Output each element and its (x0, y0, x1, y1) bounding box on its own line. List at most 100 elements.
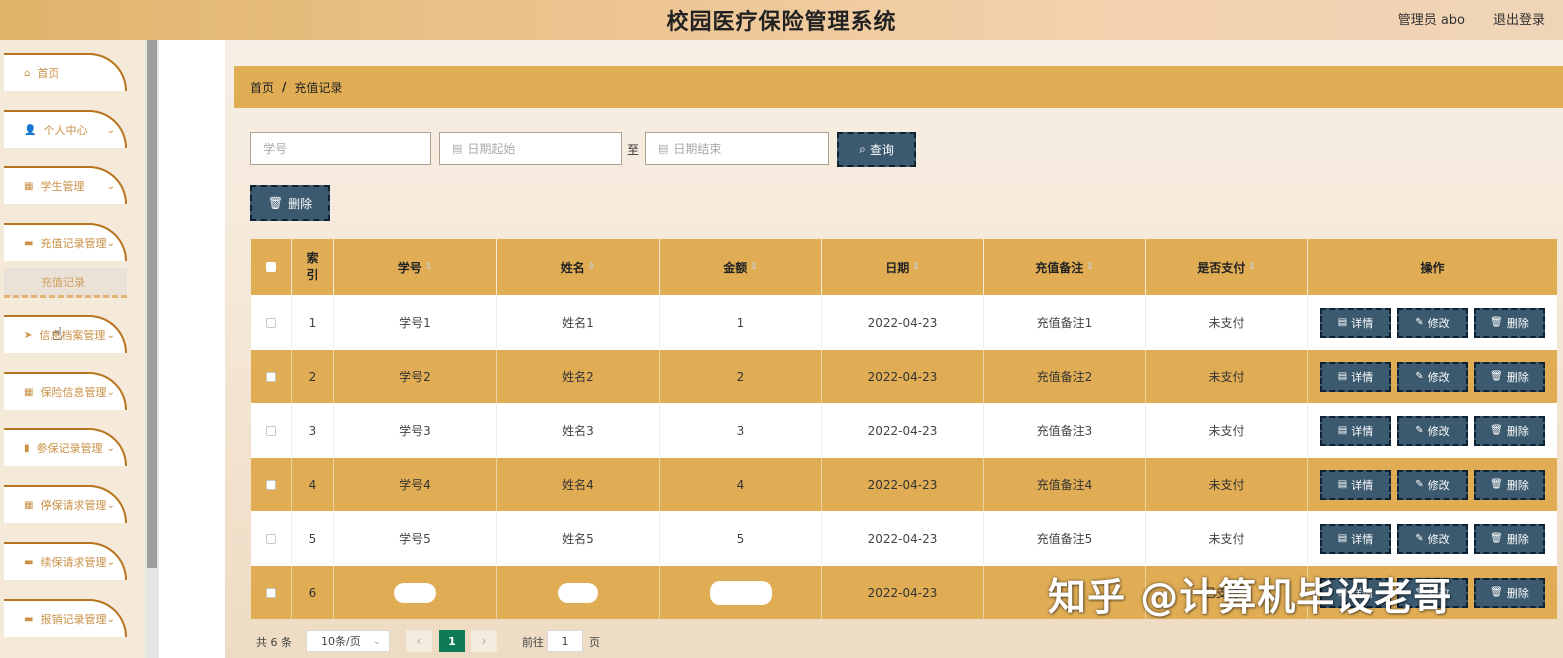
sort-icon[interactable]: ⇕ (1086, 262, 1094, 272)
row-checkbox[interactable] (266, 587, 276, 598)
header-amount[interactable]: 金额 ⇕ (660, 239, 822, 295)
delete-button[interactable]: 🗑 删除 (1474, 415, 1545, 446)
trash-icon: 🗑 (1490, 317, 1503, 328)
cell-student-no: 学号1 (334, 296, 497, 349)
sidebar-item[interactable]: ▬ 续保请求管理 ⌄ (4, 542, 127, 580)
goto-page-input[interactable]: 1 (547, 630, 583, 652)
cell-index: 4 (292, 458, 334, 511)
chevron-down-icon: ⌄ (106, 180, 115, 192)
delete-label: 删除 (1506, 316, 1529, 330)
header-paid[interactable]: 是否支付 ⇕ (1146, 239, 1308, 295)
cell-date: 2022-04-23 (822, 512, 984, 565)
sidebar-item-label: 信息档案管理 (39, 329, 106, 342)
breadcrumb-separator: / (282, 80, 287, 94)
batch-delete-button[interactable]: 🗑 删除 (250, 185, 330, 221)
page-number-current[interactable]: 1 (439, 630, 465, 652)
recharge-records-table: 索引 学号 ⇕ 姓名 ⇕ 金额 ⇕ 日期 ⇕ 充值备注 ⇕ 是否支付 ⇕ 操作 1 学号1 姓名… (251, 239, 1557, 619)
detail-label: 详情 (1351, 424, 1374, 438)
delete-button[interactable]: 🗑 删除 (1474, 361, 1545, 392)
delete-button[interactable]: 🗑 删除 (1474, 307, 1545, 338)
page-size-select[interactable]: 10条/页 ⌄ (306, 630, 390, 652)
delete-button[interactable]: 🗑 删除 (1474, 523, 1545, 554)
row-select-cell (251, 512, 292, 565)
row-checkbox[interactable] (266, 371, 276, 382)
trash-icon: 🗑 (1490, 587, 1503, 598)
detail-button[interactable]: ▤ 详情 (1320, 361, 1391, 392)
trash-icon: 🗑 (267, 196, 284, 210)
calendar-icon: ▤ (452, 142, 463, 155)
scrollbar-thumb[interactable] (147, 40, 157, 568)
row-select-cell (251, 404, 292, 457)
detail-button[interactable]: ▤ 详情 (1320, 307, 1391, 338)
chevron-down-icon: ⌄ (106, 613, 115, 625)
edit-button[interactable]: ✎ 修改 (1397, 415, 1468, 446)
detail-button[interactable]: ▤ 详情 (1320, 523, 1391, 554)
next-page-button[interactable]: › (471, 630, 497, 652)
sort-icon[interactable]: ⇕ (425, 262, 433, 272)
row-checkbox[interactable] (266, 425, 276, 436)
sidebar-item[interactable]: ▦ 保险信息管理 ⌄ (4, 372, 127, 410)
header-remark[interactable]: 充值备注 ⇕ (984, 239, 1146, 295)
row-checkbox[interactable] (266, 317, 276, 328)
detail-button[interactable]: ▤ 详情 (1320, 469, 1391, 500)
header-amount-label: 金额 (723, 260, 748, 275)
edit-button[interactable]: ✎ 修改 (1397, 469, 1468, 500)
header-date[interactable]: 日期 ⇕ (822, 239, 984, 295)
submenu-item-recharge-records[interactable]: 充值记录 (4, 268, 127, 298)
sort-icon[interactable]: ⇕ (588, 262, 596, 272)
header-name[interactable]: 姓名 ⇕ (497, 239, 660, 295)
query-button[interactable]: ⌕ 查询 (837, 132, 916, 167)
sort-icon[interactable]: ⇕ (1248, 262, 1256, 272)
sidebar-item[interactable]: 👤 个人中心 ⌄ (4, 110, 127, 148)
sidebar-item-label: 个人中心 (43, 124, 88, 137)
edit-button[interactable]: ✎ 修改 (1397, 307, 1468, 338)
logout-link[interactable]: 退出登录 (1493, 9, 1545, 28)
prev-page-button[interactable]: ‹ (406, 630, 432, 652)
batch-delete-label: 删除 (288, 196, 313, 211)
cell-date: 2022-04-23 (822, 404, 984, 457)
sidebar-scrollbar[interactable] (145, 40, 159, 658)
select-all-checkbox[interactable] (266, 262, 276, 272)
breadcrumb-home[interactable]: 首页 (250, 79, 274, 96)
row-checkbox[interactable] (266, 479, 276, 490)
grid-icon: ▦ (24, 499, 34, 511)
delete-button[interactable]: 🗑 删除 (1474, 469, 1545, 500)
sidebar-item[interactable]: ▦ 停保请求管理 ⌄ (4, 485, 127, 523)
edit-button[interactable]: ✎ 修改 (1397, 523, 1468, 554)
edit-label: 修改 (1427, 424, 1450, 438)
comment-icon: ▬ (24, 237, 34, 249)
row-checkbox[interactable] (266, 533, 276, 544)
table-header: 索引 学号 ⇕ 姓名 ⇕ 金额 ⇕ 日期 ⇕ 充值备注 ⇕ 是否支付 ⇕ 操作 (251, 239, 1557, 295)
chevron-down-icon: ⌄ (106, 556, 115, 568)
header-student-no[interactable]: 学号 ⇕ (334, 239, 497, 295)
sidebar-item[interactable]: ▮ 参保记录管理 ⌄ (4, 428, 127, 466)
send-icon: ➤ (24, 329, 33, 341)
cell-remark: 充值备注3 (984, 404, 1146, 457)
pagination: 共 6 条 10条/页 ⌄ ‹ 1 › 前往 1 页 (256, 628, 756, 656)
cell-date: 2022-04-23 (822, 296, 984, 349)
sidebar-item[interactable]: ➤ 信息档案管理 ⌄ (4, 315, 127, 353)
cell-amount: 5 (660, 512, 822, 565)
sidebar-item[interactable]: ▬ 报销记录管理 ⌄ (4, 599, 127, 637)
pagination-total: 共 6 条 (256, 636, 292, 649)
cell-name: 姓名3 (497, 404, 660, 457)
sort-icon[interactable]: ⇕ (750, 262, 758, 272)
sort-icon[interactable]: ⇕ (912, 262, 920, 272)
date-end-placeholder: 日期结束 (673, 142, 722, 156)
trash-icon: 🗑 (1490, 533, 1503, 544)
sidebar-item-label: 学生管理 (40, 180, 85, 193)
sidebar-item[interactable]: ⌂ 首页 (4, 53, 127, 91)
edit-button[interactable]: ✎ 修改 (1397, 361, 1468, 392)
delete-button[interactable]: 🗑 删除 (1474, 577, 1545, 608)
grid-icon: ▦ (24, 180, 34, 192)
student-no-input[interactable]: 学号 (250, 132, 431, 165)
sidebar-item[interactable]: ▬ 充值记录管理 ⌄ (4, 223, 127, 261)
table-row: 4 学号4 姓名4 4 2022-04-23 充值备注4 未支付 ▤ 详情 ✎ 修改 🗑 删除 (251, 457, 1557, 511)
cell-paid: 未支付 (1146, 512, 1308, 565)
row-select-cell (251, 296, 292, 349)
page-size-value: 10条/页 (321, 635, 361, 648)
sidebar-item[interactable]: ▦ 学生管理 ⌄ (4, 166, 127, 204)
date-end-input[interactable]: ▤ 日期结束 (645, 132, 829, 165)
date-start-input[interactable]: ▤ 日期起始 (439, 132, 622, 165)
detail-button[interactable]: ▤ 详情 (1320, 415, 1391, 446)
